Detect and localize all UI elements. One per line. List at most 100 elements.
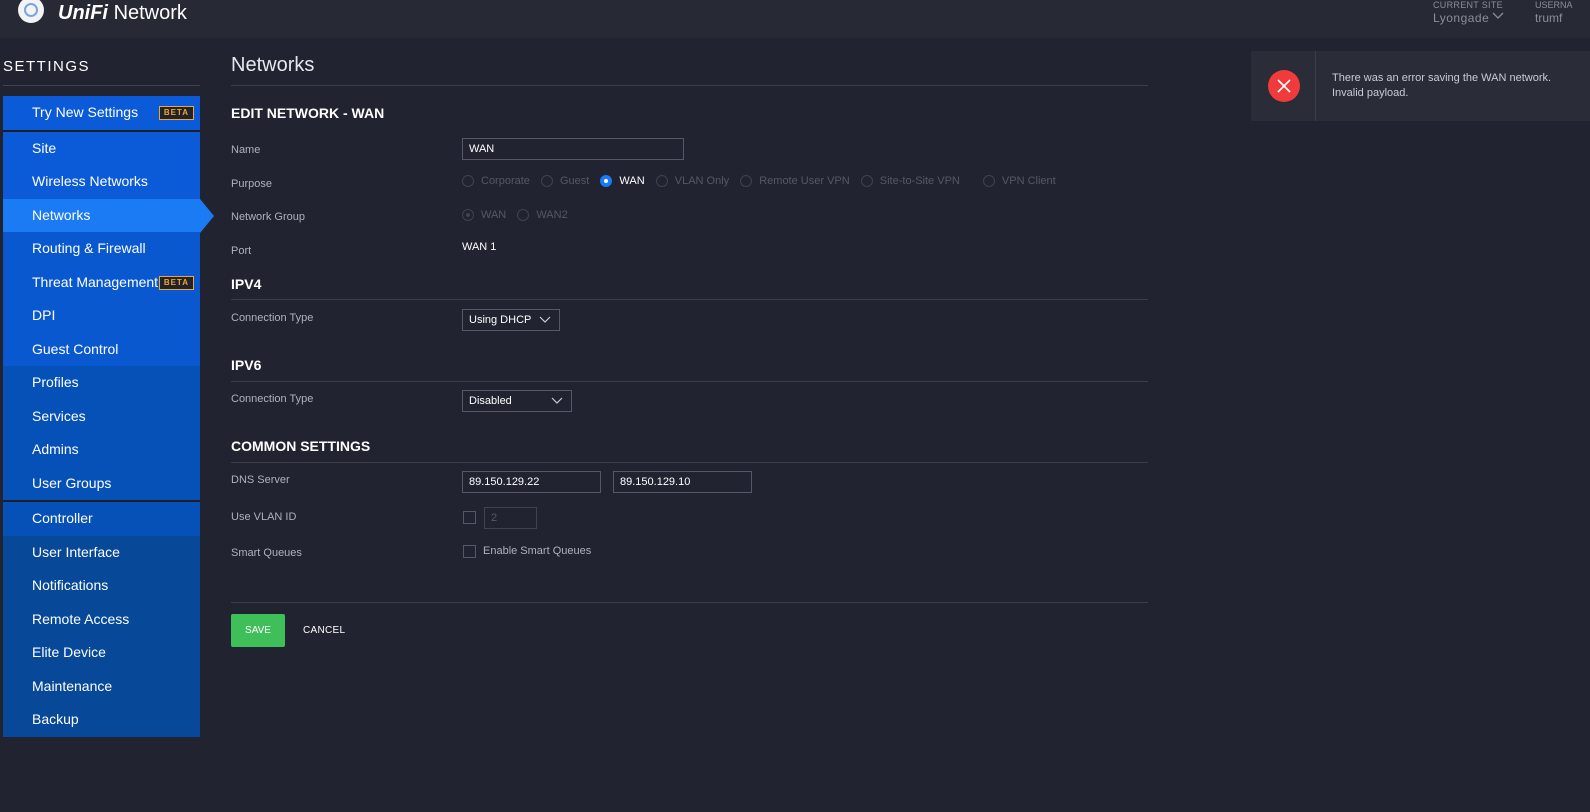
radio-icon: [462, 175, 474, 188]
purpose-radio-group: Corporate Guest WAN VLAN Only Remote Use…: [462, 175, 1064, 188]
ipv6-section-title: IPV6: [231, 357, 262, 373]
sidebar-item-networks[interactable]: Networks: [3, 198, 214, 232]
sidebar-item-controller[interactable]: Controller: [3, 502, 200, 536]
sidebar-item-threat-management[interactable]: Threat Management BETA: [3, 265, 200, 299]
sidebar-item-notifications[interactable]: Notifications: [3, 569, 200, 603]
common-settings-title: COMMON SETTINGS: [231, 438, 371, 454]
sidebar-item-label: Services: [32, 407, 86, 424]
unifi-logo-icon: [18, 0, 44, 23]
name-label: Name: [231, 144, 261, 156]
page-title: Networks: [231, 54, 315, 76]
purpose-radio-vpn-client[interactable]: VPN Client: [982, 175, 1056, 188]
sidebar-item-user-groups[interactable]: User Groups: [3, 466, 200, 500]
purpose-radio-site-to-site-vpn[interactable]: Site-to-Site VPN: [860, 175, 960, 188]
divider: [231, 462, 1148, 463]
sidebar-item-label: Elite Device: [32, 644, 106, 660]
brand-title: UniFi Network: [58, 2, 187, 24]
current-site-selector[interactable]: Lyongade: [1433, 11, 1489, 25]
network-group-label: Network Group: [231, 211, 305, 223]
select-value: Using DHCP: [469, 314, 532, 326]
sidebar-item-label: Guest Control: [32, 340, 119, 357]
dns-server-1-input[interactable]: [462, 471, 601, 493]
sidebar-item-wireless-networks[interactable]: Wireless Networks: [3, 165, 200, 199]
network-group-radio-wan[interactable]: WAN: [462, 209, 506, 222]
settings-nav: Try New Settings BETA Site Wireless Netw…: [3, 96, 214, 737]
radio-icon: [982, 175, 995, 188]
sidebar-item-label: DPI: [32, 307, 56, 323]
settings-title: SETTINGS: [3, 58, 91, 75]
sidebar-item-backup[interactable]: Backup: [3, 703, 200, 737]
sidebar-item-user-interface[interactable]: User Interface: [3, 535, 200, 569]
divider: [231, 299, 1148, 300]
sidebar-item-label: Admins: [32, 441, 79, 457]
port-value: WAN 1: [462, 241, 497, 253]
radio-selected-icon: [462, 209, 474, 222]
top-bar: UniFi Network CURRENT SITE Lyongade USER…: [0, 0, 1590, 38]
chevron-down-icon: [551, 397, 563, 404]
sidebar-item-label: Routing & Firewall: [32, 240, 146, 256]
cancel-button[interactable]: CANCEL: [303, 625, 345, 636]
purpose-radio-remote-user-vpn[interactable]: Remote User VPN: [740, 175, 850, 188]
ipv4-connection-type-label: Connection Type: [231, 312, 314, 324]
sidebar-item-dpi[interactable]: DPI: [3, 299, 200, 333]
ipv6-connection-type-select[interactable]: Disabled: [462, 390, 572, 412]
use-vlan-id-label: Use VLAN ID: [231, 511, 297, 523]
sidebar-item-remote-access[interactable]: Remote Access: [3, 602, 200, 636]
radio-icon: [860, 175, 873, 188]
username-value[interactable]: trumf: [1535, 11, 1562, 25]
sidebar-item-label: Wireless Networks: [32, 173, 148, 189]
radio-icon: [655, 175, 668, 188]
purpose-label: Purpose: [231, 178, 272, 190]
chevron-down-icon[interactable]: [1492, 11, 1504, 21]
sidebar-item-profiles[interactable]: Profiles: [3, 366, 200, 400]
beta-badge: BETA: [158, 106, 194, 120]
network-group-radio-wan2[interactable]: WAN2: [517, 209, 568, 222]
radio-icon: [540, 175, 553, 188]
sidebar-item-site[interactable]: Site: [3, 131, 200, 165]
sidebar-item-label: Remote Access: [32, 610, 130, 627]
sidebar-item-try-new-settings[interactable]: Try New Settings BETA: [3, 96, 200, 130]
dns-server-2-input[interactable]: [613, 471, 752, 493]
error-toast: There was an error saving the WAN networ…: [1251, 51, 1590, 121]
purpose-radio-guest[interactable]: Guest: [540, 175, 589, 188]
divider: [231, 602, 1148, 603]
ipv4-connection-type-select[interactable]: Using DHCP: [462, 309, 560, 331]
error-close-icon[interactable]: [1268, 70, 1300, 102]
enable-smart-queues-label: Enable Smart Queues: [483, 545, 592, 557]
sidebar-item-guest-control[interactable]: Guest Control: [3, 332, 200, 366]
enable-smart-queues-checkbox[interactable]: [463, 545, 476, 558]
edit-network-title: EDIT NETWORK - WAN: [231, 105, 385, 121]
vlan-id-input[interactable]: [484, 507, 537, 529]
smart-queues-label: Smart Queues: [231, 547, 302, 559]
radio-icon: [740, 175, 753, 188]
sidebar-item-admins[interactable]: Admins: [3, 433, 200, 467]
toast-message-line: There was an error saving the WAN networ…: [1332, 72, 1552, 84]
network-group-radio-group: WAN WAN2: [462, 209, 576, 222]
sidebar-item-maintenance[interactable]: Maintenance: [3, 669, 200, 703]
toast-message: There was an error saving the WAN networ…: [1332, 71, 1562, 101]
use-vlan-id-checkbox[interactable]: [463, 511, 476, 524]
sidebar-item-routing-firewall[interactable]: Routing & Firewall: [3, 232, 200, 266]
sidebar-item-label: Notifications: [32, 577, 109, 593]
sidebar-item-services[interactable]: Services: [3, 399, 200, 433]
current-site-label: CURRENT SITE: [1433, 0, 1503, 10]
name-input[interactable]: [462, 138, 684, 160]
sidebar-item-label: User Groups: [32, 474, 112, 491]
sidebar-item-elite-device[interactable]: Elite Device: [3, 636, 200, 670]
port-label: Port: [231, 245, 252, 257]
purpose-radio-corporate[interactable]: Corporate: [462, 175, 530, 188]
chevron-down-icon: [539, 316, 551, 323]
divider: [1315, 51, 1316, 121]
sidebar-item-label: Profiles: [32, 374, 79, 390]
dns-server-label: DNS Server: [231, 474, 290, 486]
radio-selected-icon: [600, 175, 613, 188]
sidebar-item-label: Networks: [32, 206, 91, 223]
sidebar-item-label: User Interface: [32, 543, 120, 560]
save-button[interactable]: SAVE: [231, 614, 285, 647]
radio-icon: [517, 209, 530, 222]
purpose-radio-wan[interactable]: WAN: [600, 175, 645, 188]
ipv6-connection-type-label: Connection Type: [231, 393, 314, 405]
purpose-radio-vlan-only[interactable]: VLAN Only: [655, 175, 729, 188]
divider: [231, 85, 1148, 86]
sidebar-item-label: Maintenance: [32, 677, 113, 694]
